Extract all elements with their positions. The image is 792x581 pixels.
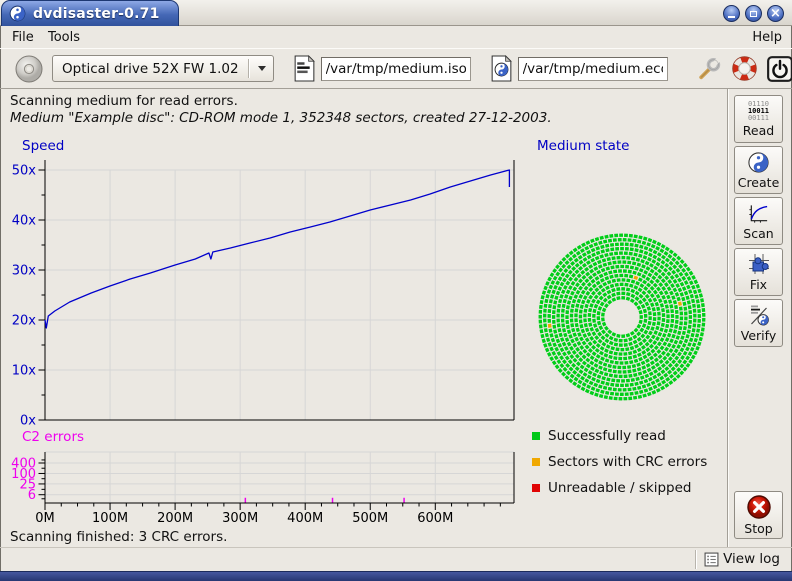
read-label: Read: [743, 123, 774, 138]
svg-text:600M: 600M: [417, 511, 453, 526]
iso-file-icon: [294, 55, 315, 82]
menu-file[interactable]: File: [8, 29, 38, 46]
legend-swatch-green: [532, 432, 540, 440]
ecc-file-icon: [491, 55, 512, 82]
preferences-wrench-icon[interactable]: [696, 55, 723, 82]
legend-item-ok: Successfully read: [532, 428, 707, 444]
fix-button[interactable]: Fix: [734, 248, 783, 296]
window-title: dvdisaster-0.71: [33, 6, 160, 22]
status-line-medium-info: Medium "Example disc": CD-ROM mode 1, 35…: [10, 110, 552, 126]
scan-result-text: Scanning finished: 3 CRC errors.: [10, 529, 227, 545]
read-button[interactable]: 011101001100111 Read: [734, 95, 783, 143]
yin-yang-icon: [747, 151, 770, 174]
quit-power-icon[interactable]: [766, 55, 792, 83]
scan-button[interactable]: Scan: [734, 197, 783, 245]
legend-item-crc: Sectors with CRC errors: [532, 454, 707, 470]
close-icon: ×: [770, 7, 781, 20]
menubar: File Tools Help: [0, 27, 792, 47]
medium-state-disc-map: [530, 225, 714, 409]
help-lifebuoy-icon[interactable]: [731, 55, 758, 82]
svg-text:40x: 40x: [12, 214, 37, 229]
svg-text:500M: 500M: [352, 511, 388, 526]
status-line-action: Scanning medium for read errors.: [10, 93, 238, 109]
create-button[interactable]: Create: [734, 146, 783, 194]
svg-text:10x: 10x: [12, 364, 37, 379]
binary-yinyang-compare-icon: [747, 303, 771, 327]
iso-path-input[interactable]: [321, 57, 471, 81]
speed-curve-icon: [747, 202, 770, 225]
window-bottom-border: [0, 571, 792, 581]
svg-text:0M: 0M: [35, 511, 55, 526]
verify-label: Verify: [741, 328, 776, 343]
drive-selector-dropdown[interactable]: Optical drive 52X FW 1.02: [52, 55, 274, 82]
titlebar: dvdisaster-0.71 ×: [0, 0, 792, 26]
binary-rows-icon: 011101001100111: [748, 101, 769, 122]
cd-drive-icon: [14, 54, 44, 84]
svg-text:Speed: Speed: [22, 138, 64, 154]
svg-text:400: 400: [11, 457, 36, 472]
create-label: Create: [738, 175, 780, 190]
legend-label: Successfully read: [548, 428, 666, 444]
minimize-icon: [728, 16, 735, 18]
statusbar-separator: [695, 550, 696, 569]
svg-text:30x: 30x: [12, 264, 37, 279]
statusbar: [0, 547, 792, 571]
stop-icon: [746, 494, 772, 520]
close-button[interactable]: ×: [767, 5, 784, 22]
svg-text:50x: 50x: [12, 164, 37, 179]
window-controls: ×: [723, 5, 784, 22]
maximize-button[interactable]: [745, 5, 762, 22]
view-log-button[interactable]: View log: [704, 551, 780, 567]
legend-label: Unreadable / skipped: [548, 480, 691, 496]
app-yinyang-icon: [9, 5, 26, 22]
stop-button[interactable]: Stop: [734, 491, 783, 539]
legend-swatch-red: [532, 484, 540, 492]
legend-label: Sectors with CRC errors: [548, 454, 707, 470]
view-log-label: View log: [723, 551, 780, 567]
menu-help[interactable]: Help: [748, 29, 786, 46]
medium-state-title: Medium state: [537, 138, 629, 154]
title-tab[interactable]: dvdisaster-0.71: [1, 0, 179, 26]
medium-state-legend: Successfully read Sectors with CRC error…: [532, 428, 707, 506]
ecc-path-input[interactable]: [518, 57, 668, 81]
legend-item-unreadable: Unreadable / skipped: [532, 480, 707, 496]
combo-separator: [248, 59, 249, 78]
scan-label: Scan: [743, 226, 773, 241]
svg-text:100M: 100M: [92, 511, 128, 526]
app-window: dvdisaster-0.71 × File Tools Help Optica…: [0, 0, 792, 581]
svg-text:20x: 20x: [12, 314, 37, 329]
stop-label: Stop: [744, 521, 772, 536]
svg-text:C2 errors: C2 errors: [22, 429, 84, 445]
verify-button[interactable]: Verify: [734, 299, 783, 347]
drive-selector-value: Optical drive 52X FW 1.02: [62, 61, 239, 77]
fix-label: Fix: [750, 277, 767, 292]
minimize-button[interactable]: [723, 5, 740, 22]
log-list-icon: [704, 552, 719, 567]
svg-text:400M: 400M: [287, 511, 323, 526]
puzzle-grid-icon: [747, 252, 771, 276]
chevron-down-icon: [258, 66, 266, 71]
sidebar-separator: [727, 89, 728, 547]
svg-text:0x: 0x: [20, 414, 36, 429]
toolbar: Optical drive 52X FW 1.02: [0, 48, 792, 89]
svg-text:200M: 200M: [157, 511, 193, 526]
maximize-icon: [750, 11, 757, 17]
legend-swatch-orange: [532, 458, 540, 466]
menu-tools[interactable]: Tools: [44, 29, 84, 46]
svg-text:300M: 300M: [222, 511, 258, 526]
